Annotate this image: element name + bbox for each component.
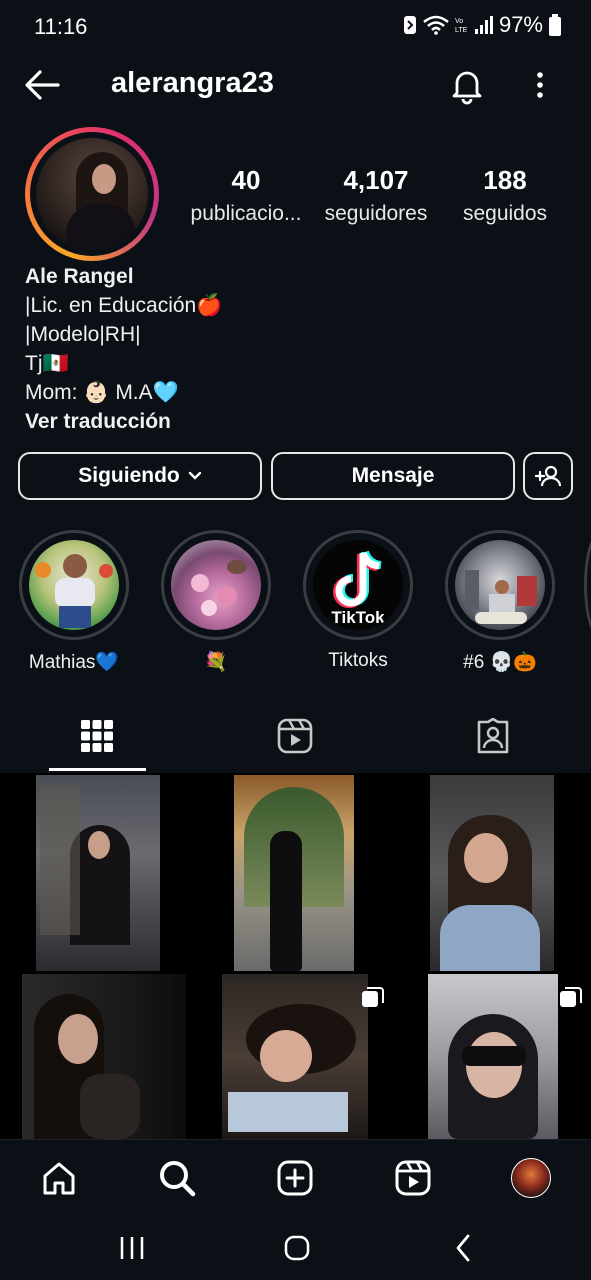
stat-following[interactable]: 188 seguidos [458, 165, 552, 226]
profile-avatar[interactable] [25, 127, 159, 261]
avatar-image [36, 138, 148, 250]
see-translation-link[interactable]: Ver traducción [25, 407, 222, 436]
back-button[interactable] [22, 67, 62, 103]
reels-icon [277, 718, 313, 754]
svg-text:LTE: LTE [455, 27, 468, 34]
tab-tagged[interactable] [463, 712, 523, 760]
status-time: 11:16 [34, 14, 88, 39]
recent-apps-button[interactable] [112, 1231, 152, 1265]
recent-apps-icon [120, 1237, 144, 1259]
stat-posts[interactable]: 40 publicacio... [190, 165, 302, 226]
add-user-button[interactable] [523, 452, 573, 500]
nav-profile[interactable] [507, 1154, 555, 1202]
tiktok-logo-text: TikTok [331, 608, 385, 627]
reels-icon [395, 1160, 431, 1196]
tab-posts[interactable] [67, 712, 127, 760]
bio-line: Mom: 👶🏻 M.A🩵 [25, 381, 179, 404]
highlight-cover-image [455, 540, 545, 630]
more-vertical-icon [537, 72, 543, 98]
following-button-label: Siguiendo [78, 464, 180, 487]
avatar [511, 1158, 551, 1198]
carousel-icon [559, 986, 582, 1008]
status-icons: Vo LTE 97% [403, 12, 561, 38]
highlight-flowers[interactable]: 💐 [158, 530, 274, 674]
nav-home[interactable] [35, 1154, 83, 1202]
bottom-navigation [0, 1139, 591, 1216]
grid-icon [81, 720, 113, 752]
highlight-6[interactable]: #6 💀🎃 [442, 530, 558, 674]
post-thumbnail[interactable] [0, 775, 195, 971]
top-bar: alerangra23 [0, 55, 591, 117]
bio-line: |Lic. en Educación🍎 [25, 294, 223, 317]
highlight-cover-image [171, 540, 261, 630]
highlight-mathias[interactable]: Mathias💙 [16, 530, 132, 674]
battery-icon [549, 14, 561, 36]
post-thumbnail[interactable] [396, 775, 591, 971]
highlight-label: #6 💀🎃 [463, 652, 537, 673]
svg-text:Vo: Vo [455, 18, 463, 25]
carousel-icon [361, 986, 384, 1008]
profile-tabs [0, 702, 591, 772]
arrow-left-icon [25, 70, 60, 100]
bio-line: Tj🇲🇽 [25, 352, 69, 375]
signal-icon [474, 15, 493, 35]
plus-square-icon [277, 1160, 313, 1196]
home-icon [43, 1162, 75, 1195]
home-circle-icon [284, 1235, 310, 1261]
stat-posts-count: 40 [231, 165, 261, 195]
profile-header: 40 publicacio... 4,107 seguidores 188 se… [0, 117, 591, 773]
profile-display-name: Ale Rangel [25, 265, 134, 288]
nav-search[interactable] [153, 1154, 201, 1202]
stat-following-count: 188 [483, 165, 527, 195]
notification-app-icon [403, 15, 417, 35]
highlight-label: Mathias💙 [28, 652, 120, 673]
highlight-cover-image [29, 540, 119, 630]
status-bar: 11:16 Vo LTE 97% [0, 0, 591, 55]
highlight-tiktoks[interactable]: TikTok Tiktoks [300, 530, 416, 672]
following-button[interactable]: Siguiendo [18, 452, 262, 500]
stat-followers-label: seguidores [324, 202, 428, 225]
message-button-label: Mensaje [351, 464, 435, 487]
posts-grid [0, 775, 591, 1170]
highlight-label: Tiktoks [328, 650, 388, 671]
post-thumbnail[interactable] [198, 775, 393, 971]
chevron-left-icon [456, 1234, 470, 1262]
battery-text: 97% [498, 12, 543, 37]
search-icon [160, 1161, 196, 1197]
home-system-button[interactable] [277, 1231, 317, 1265]
nav-reels[interactable] [389, 1154, 437, 1202]
wifi-icon [423, 15, 449, 35]
back-system-button[interactable] [443, 1231, 483, 1265]
stat-followers-count: 4,107 [343, 165, 409, 195]
highlight-partial[interactable] [584, 533, 591, 637]
active-tab-indicator [49, 768, 146, 771]
tab-reels[interactable] [265, 712, 325, 760]
stat-following-label: seguidos [462, 202, 548, 225]
profile-username: alerangra23 [111, 67, 274, 99]
bio-line: |Modelo|RH| [25, 323, 141, 346]
stat-posts-label: publicacio... [190, 202, 302, 225]
more-options-button[interactable] [528, 67, 552, 107]
stat-followers[interactable]: 4,107 seguidores [322, 165, 430, 226]
chevron-down-icon [188, 471, 201, 480]
highlight-cover-image: TikTok [313, 540, 403, 630]
notifications-button[interactable] [447, 65, 487, 105]
system-navigation [0, 1215, 591, 1280]
profile-bio: Ale Rangel |Lic. en Educación🍎 |Modelo|R… [25, 262, 222, 436]
tagged-person-icon [477, 718, 509, 754]
volte-icon: Vo LTE [455, 15, 469, 35]
person-add-icon [534, 465, 562, 487]
bell-icon [452, 71, 482, 105]
message-button[interactable]: Mensaje [271, 452, 515, 500]
highlight-label: 💐 [204, 652, 228, 673]
nav-create[interactable] [271, 1154, 319, 1202]
